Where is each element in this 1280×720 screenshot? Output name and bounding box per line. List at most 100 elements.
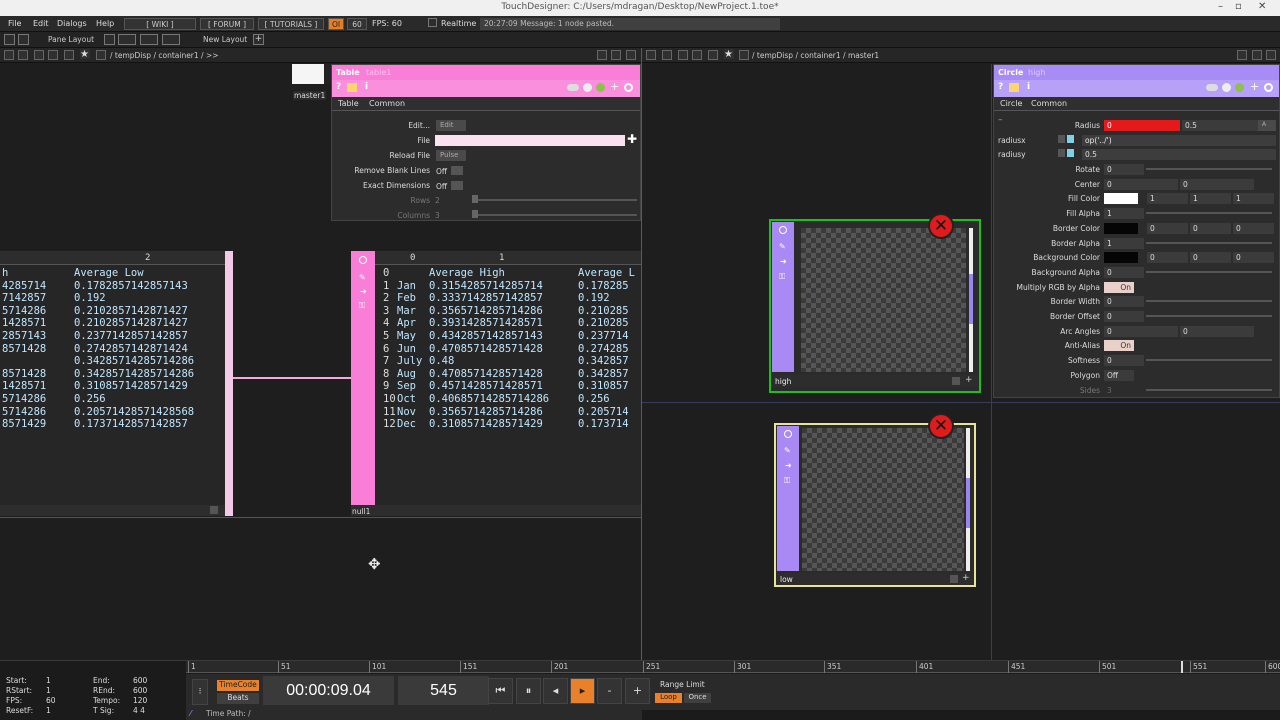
param-value-field[interactable]: 3 bbox=[1104, 385, 1144, 396]
table-cell[interactable]: Aug bbox=[397, 368, 416, 380]
error-icon[interactable]: ✕ bbox=[928, 213, 954, 239]
table-cell[interactable]: July bbox=[397, 355, 422, 367]
home-icon[interactable] bbox=[739, 50, 749, 60]
layout-add-icon[interactable] bbox=[18, 34, 29, 45]
time-path[interactable]: Time Path: / bbox=[186, 709, 642, 720]
table-cell[interactable]: 0.4068571428571428​6 bbox=[429, 393, 549, 405]
param-value-field[interactable]: Off bbox=[1104, 369, 1134, 381]
table-cell[interactable]: 2857143 bbox=[2, 330, 46, 342]
rows-slider-knob[interactable] bbox=[472, 195, 478, 203]
play-button[interactable]: ▸ bbox=[570, 678, 595, 704]
lock-icon[interactable]: ⚿ bbox=[784, 476, 790, 486]
table-cell[interactable]: 8571428 bbox=[2, 343, 46, 355]
plus-icon[interactable]: + bbox=[610, 80, 619, 93]
table-cell[interactable]: 8571429 bbox=[2, 418, 46, 430]
table-cell[interactable]: 0.2742857142871424 bbox=[74, 343, 188, 355]
color-swatch[interactable] bbox=[1104, 252, 1138, 264]
row-index[interactable]: 8 bbox=[383, 368, 389, 380]
fps-setting[interactable]: 60 bbox=[347, 18, 367, 30]
param-slider[interactable] bbox=[1146, 168, 1272, 170]
refresh-icon[interactable] bbox=[583, 83, 592, 92]
menu-help[interactable]: Help bbox=[96, 19, 114, 28]
layout-single-icon[interactable] bbox=[104, 34, 115, 45]
circle-node-high[interactable]: ✎ ➜ ⚿ high + bbox=[769, 219, 981, 393]
param-slider[interactable] bbox=[1146, 359, 1272, 362]
pane-stop-icon[interactable] bbox=[662, 50, 672, 60]
param-value-field[interactable]: 0 bbox=[1104, 311, 1144, 322]
tab-common[interactable]: Common bbox=[369, 99, 405, 108]
table-cell[interactable]: 0.256 bbox=[74, 393, 106, 405]
op-name[interactable]: table1 bbox=[366, 68, 391, 77]
edit-button[interactable]: Edit bbox=[436, 120, 466, 131]
param-value-field[interactable]: 0 bbox=[1104, 296, 1144, 308]
target-icon[interactable] bbox=[624, 83, 633, 92]
param-value-field[interactable]: 0 bbox=[1104, 355, 1144, 367]
layout-icon[interactable] bbox=[4, 34, 15, 45]
table-cell[interactable]: 0.192 bbox=[578, 292, 610, 304]
table-cell-header[interactable]: 0 bbox=[383, 267, 389, 279]
table-cell[interactable]: May bbox=[397, 330, 416, 342]
tab-table[interactable]: Table bbox=[338, 99, 359, 108]
table-cell[interactable]: Nov bbox=[397, 406, 416, 418]
pencil-icon[interactable]: ✎ bbox=[784, 446, 791, 455]
table-cell-header[interactable]: Average L bbox=[578, 267, 635, 279]
error-icon[interactable]: ✕ bbox=[928, 413, 954, 439]
step-minus-button[interactable]: - bbox=[597, 678, 622, 704]
param-value-field[interactable]: On bbox=[1104, 340, 1134, 352]
table-cell[interactable]: 0.173714 bbox=[578, 418, 629, 430]
table-cell[interactable]: 0.3931428571428571 bbox=[429, 317, 543, 329]
reload-pulse-button[interactable]: Pulse bbox=[436, 150, 466, 161]
rstart-value[interactable]: 1 bbox=[46, 686, 51, 695]
pencil-icon[interactable]: ✎ bbox=[779, 242, 786, 251]
param-value-field[interactable]: 0 bbox=[1233, 252, 1274, 264]
pane-option-icon[interactable] bbox=[597, 50, 607, 60]
table-cell[interactable]: 0.210285 bbox=[578, 317, 629, 329]
menu-edit[interactable]: Edit bbox=[33, 19, 49, 28]
table-cell[interactable]: 0.3565714285714286 bbox=[429, 406, 543, 418]
table-cell[interactable]: Mar bbox=[397, 305, 416, 317]
param-slider[interactable] bbox=[1146, 315, 1272, 317]
table-cell[interactable]: 0.48 bbox=[429, 355, 454, 367]
param-value-field[interactable]: 0 bbox=[1104, 178, 1178, 190]
realtime-checkbox[interactable] bbox=[428, 18, 437, 27]
layout-quad-icon[interactable] bbox=[140, 34, 158, 45]
table-cell[interactable]: 0.178285 bbox=[578, 280, 629, 292]
table-cell[interactable]: 0.4708571428571428 bbox=[429, 368, 543, 380]
table-cell[interactable]: Jan bbox=[397, 280, 416, 292]
back-arrow-icon[interactable] bbox=[678, 50, 688, 60]
table-cell[interactable]: 0.3337142857142857 bbox=[429, 292, 543, 304]
network-path[interactable]: / tempDisp / container1 / master1 bbox=[752, 51, 879, 60]
playhead[interactable] bbox=[1181, 661, 1183, 673]
remove-blank-toggle[interactable]: Off bbox=[433, 165, 466, 176]
forward-arrow-icon[interactable] bbox=[692, 50, 702, 60]
rows-value[interactable]: 2 bbox=[435, 196, 440, 205]
left-network-pane[interactable]: master1 Table table1 ? i + Table Common … bbox=[0, 64, 641, 660]
table-cell[interactable]: 0.4708571428571428 bbox=[429, 343, 543, 355]
forum-button[interactable]: [ FORUM ] bbox=[200, 18, 254, 30]
pane-max-icon[interactable] bbox=[626, 50, 636, 60]
table-cell[interactable]: 0.3154285714285714 bbox=[429, 280, 543, 292]
param-value-field[interactable]: 0 bbox=[1104, 266, 1144, 278]
arrow-icon[interactable]: ➜ bbox=[780, 257, 787, 266]
row-index[interactable]: 6 bbox=[383, 343, 389, 355]
param-value-field[interactable]: 1 bbox=[1233, 193, 1274, 205]
pane-menu-icon[interactable] bbox=[646, 50, 656, 60]
table-cell[interactable]: 0.3428571428571428​6 bbox=[74, 368, 194, 380]
maximize-button[interactable]: ▫ bbox=[1235, 1, 1242, 12]
table-cell[interactable]: 0.3428571428571428​6 bbox=[74, 355, 194, 367]
table-cell[interactable]: 0.237714 bbox=[578, 330, 629, 342]
arrow-icon[interactable]: ➜ bbox=[785, 461, 792, 470]
table-cell-header[interactable]: Average High bbox=[429, 267, 505, 279]
rows-slider[interactable] bbox=[472, 199, 637, 201]
circle-node-low[interactable]: ✎ ➜ ⚿ low + bbox=[774, 423, 976, 587]
param-value-field[interactable]: On bbox=[1104, 281, 1134, 293]
folder-icon[interactable] bbox=[347, 83, 357, 92]
table-cell[interactable]: 5714286 bbox=[2, 305, 46, 317]
table-cell[interactable]: 5714286 bbox=[2, 406, 46, 418]
menu-dialogs[interactable]: Dialogs bbox=[57, 19, 87, 28]
bypass-icon[interactable] bbox=[952, 377, 960, 385]
color-swatch[interactable] bbox=[1104, 222, 1138, 234]
master-node-preview[interactable] bbox=[292, 64, 332, 84]
table-cell[interactable]: 0.4342857142857143 bbox=[429, 330, 543, 342]
param-value-field[interactable]: 1 bbox=[1104, 208, 1144, 220]
